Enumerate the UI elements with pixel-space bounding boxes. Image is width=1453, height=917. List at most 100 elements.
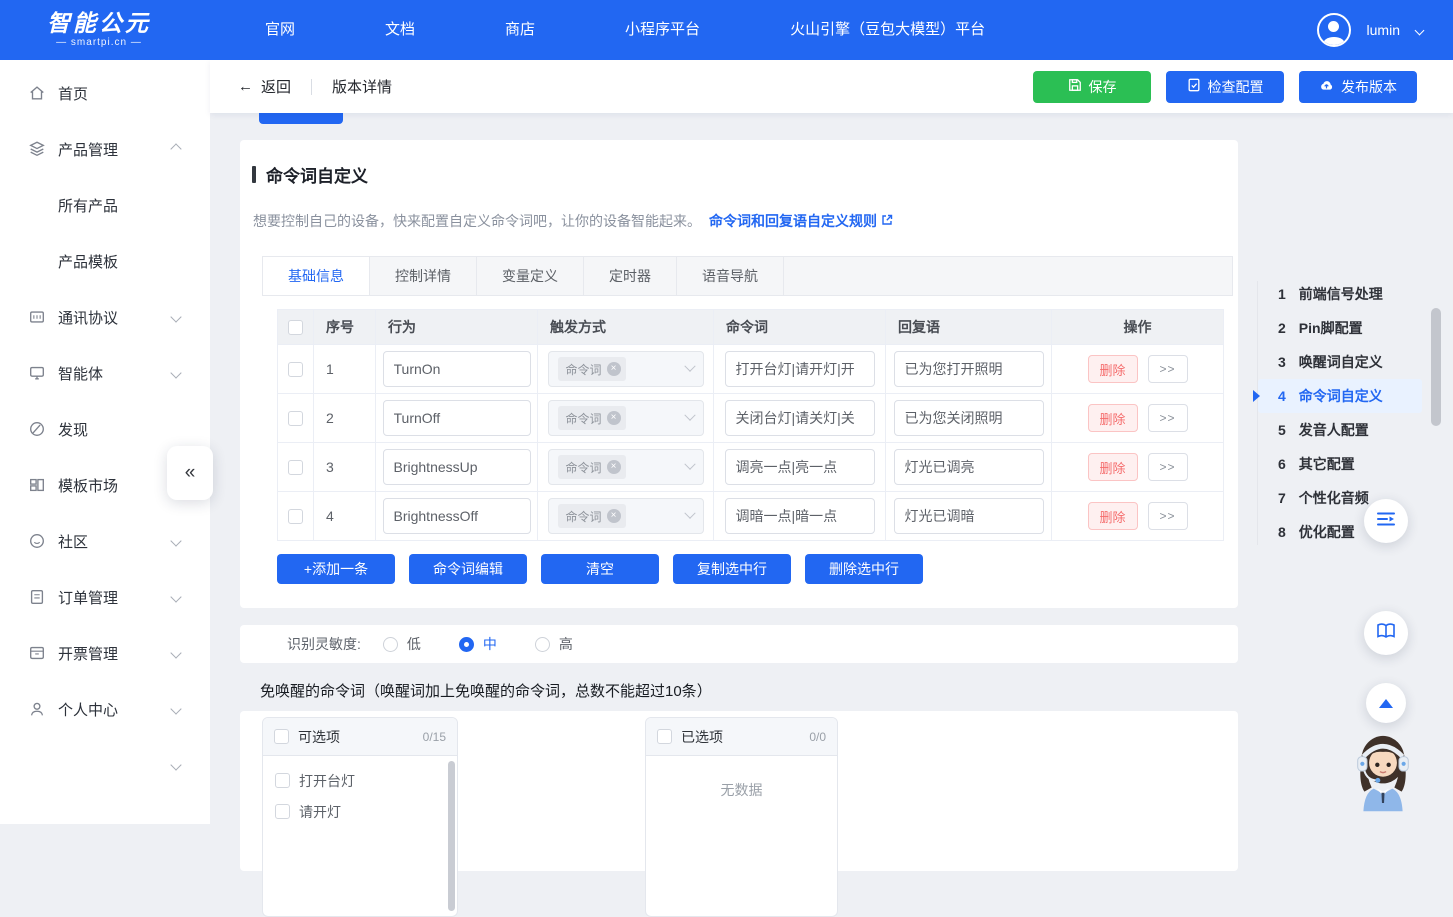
check-config-button[interactable]: 检查配置 xyxy=(1166,71,1284,103)
user-menu[interactable]: lumin xyxy=(1317,0,1423,60)
sidebar-item-all-products[interactable]: 所有产品 xyxy=(0,177,210,233)
anchor-item-frontend-signal[interactable]: 1前端信号处理 xyxy=(1258,277,1422,311)
anchor-item-other-config[interactable]: 6其它配置 xyxy=(1258,447,1422,481)
tab-variable-definition[interactable]: 变量定义 xyxy=(477,257,584,295)
header-actions: 保存 检查配置 发布版本 xyxy=(1033,71,1417,103)
save-button[interactable]: 保存 xyxy=(1033,71,1151,103)
expand-row-button[interactable]: >> xyxy=(1148,355,1188,383)
copy-selected-button[interactable]: 复制选中行 xyxy=(673,554,791,584)
tab-voice-navigation[interactable]: 语音导航 xyxy=(677,257,784,295)
sidebar-item-product-management[interactable]: 产品管理 xyxy=(0,121,210,177)
item-checkbox[interactable] xyxy=(275,804,290,819)
nav-item-official-site[interactable]: 官网 xyxy=(220,0,340,60)
sidebar-item-order-management[interactable]: 订单管理 xyxy=(0,569,210,625)
nav-item-docs[interactable]: 文档 xyxy=(340,0,460,60)
row-checkbox[interactable] xyxy=(288,460,303,475)
row-checkbox[interactable] xyxy=(288,411,303,426)
delete-selected-button[interactable]: 删除选中行 xyxy=(805,554,923,584)
target-panel-count: 0/0 xyxy=(809,730,826,744)
anchor-item-pin-config[interactable]: 2Pin脚配置 xyxy=(1258,311,1422,345)
trigger-select[interactable]: 命令词× xyxy=(548,449,704,485)
radio-sensitivity-high[interactable]: 高 xyxy=(535,634,573,654)
select-all-checkbox[interactable] xyxy=(288,320,303,335)
tag-remove-icon[interactable]: × xyxy=(607,362,621,376)
page-scrollbar-thumb[interactable] xyxy=(1431,308,1441,426)
nav-item-store[interactable]: 商店 xyxy=(460,0,580,60)
sensitivity-card: 识别灵敏度: 低 中 高 xyxy=(240,625,1238,663)
anchor-item-voice-config[interactable]: 5发音人配置 xyxy=(1258,413,1422,447)
add-row-button[interactable]: +添加一条 xyxy=(277,554,395,584)
edit-commands-button[interactable]: 命令词编辑 xyxy=(409,554,527,584)
expand-row-button[interactable]: >> xyxy=(1148,404,1188,432)
protocol-icon xyxy=(27,307,47,327)
target-select-all-checkbox[interactable] xyxy=(657,729,672,744)
command-input[interactable] xyxy=(725,351,875,387)
command-input[interactable] xyxy=(725,498,875,534)
sidebar-item-label: 智能体 xyxy=(58,363,103,384)
sidebar-collapse-button[interactable]: « xyxy=(167,446,213,500)
transfer-item[interactable]: 打开台灯 xyxy=(263,765,457,796)
behavior-input[interactable] xyxy=(383,400,531,436)
reply-input[interactable] xyxy=(894,449,1044,485)
anchor-menu-fab[interactable] xyxy=(1364,499,1408,543)
delete-row-button[interactable]: 删除 xyxy=(1088,355,1138,383)
reply-input[interactable] xyxy=(894,498,1044,534)
tag-remove-icon[interactable]: × xyxy=(607,411,621,425)
sidebar-item-more[interactable] xyxy=(0,737,210,793)
header-reply: 回复语 xyxy=(886,310,1052,344)
anchor-item-wakeword[interactable]: 3唤醒词自定义 xyxy=(1258,345,1422,379)
source-select-all-checkbox[interactable] xyxy=(274,729,289,744)
sidebar-item-invoice-management[interactable]: 开票管理 xyxy=(0,625,210,681)
behavior-input[interactable] xyxy=(383,498,531,534)
rules-link[interactable]: 命令词和回复语自定义规则 xyxy=(709,211,893,231)
radio-sensitivity-low[interactable]: 低 xyxy=(383,634,421,654)
sidebar-item-product-templates[interactable]: 产品模板 xyxy=(0,233,210,289)
docs-fab[interactable] xyxy=(1364,611,1408,655)
command-input[interactable] xyxy=(725,449,875,485)
behavior-input[interactable] xyxy=(383,449,531,485)
command-input[interactable] xyxy=(725,400,875,436)
person-icon xyxy=(27,699,47,719)
item-checkbox[interactable] xyxy=(275,773,290,788)
delete-row-button[interactable]: 删除 xyxy=(1088,502,1138,530)
back-to-top-fab[interactable] xyxy=(1366,683,1406,723)
delete-row-button[interactable]: 删除 xyxy=(1088,453,1138,481)
behavior-input[interactable] xyxy=(383,351,531,387)
nav-item-miniprogram[interactable]: 小程序平台 xyxy=(580,0,745,60)
back-button[interactable]: ← 返回 xyxy=(238,76,291,97)
tab-control-detail[interactable]: 控制详情 xyxy=(370,257,477,295)
section-title: 命令词自定义 xyxy=(266,162,368,187)
reply-input[interactable] xyxy=(894,351,1044,387)
header-trigger: 触发方式 xyxy=(538,310,714,344)
row-checkbox[interactable] xyxy=(288,509,303,524)
tab-timer[interactable]: 定时器 xyxy=(584,257,677,295)
row-checkbox[interactable] xyxy=(288,362,303,377)
sidebar-item-personal-center[interactable]: 个人中心 xyxy=(0,681,210,737)
trigger-select[interactable]: 命令词× xyxy=(548,351,704,387)
section-description: 想要控制自己的设备，快来配置自定义命令词吧，让你的设备智能起来。 xyxy=(253,211,701,231)
assistant-mascot[interactable] xyxy=(1351,728,1415,817)
tag-remove-icon[interactable]: × xyxy=(607,460,621,474)
clear-button[interactable]: 清空 xyxy=(541,554,659,584)
tab-basic-info[interactable]: 基础信息 xyxy=(263,257,370,295)
sidebar-item-community[interactable]: 社区 xyxy=(0,513,210,569)
top-nav-menu: 官网 文档 商店 小程序平台 火山引擎（豆包大模型）平台 xyxy=(220,0,1030,60)
sidebar-item-agent[interactable]: 智能体 xyxy=(0,345,210,401)
publish-version-button[interactable]: 发布版本 xyxy=(1299,71,1417,103)
reply-input[interactable] xyxy=(894,400,1044,436)
logo[interactable]: 智能公元 — smartpi.cn — xyxy=(36,12,162,48)
radio-sensitivity-medium[interactable]: 中 xyxy=(459,634,497,654)
sidebar-item-home[interactable]: 首页 xyxy=(0,65,210,121)
delete-row-button[interactable]: 删除 xyxy=(1088,404,1138,432)
trigger-select[interactable]: 命令词× xyxy=(548,400,704,436)
transfer-item[interactable]: 请开灯 xyxy=(263,796,457,827)
chevron-down-icon xyxy=(170,759,181,770)
expand-row-button[interactable]: >> xyxy=(1148,502,1188,530)
anchor-item-command-word[interactable]: 4命令词自定义 xyxy=(1258,379,1422,413)
expand-row-button[interactable]: >> xyxy=(1148,453,1188,481)
tag-remove-icon[interactable]: × xyxy=(607,509,621,523)
sidebar-item-protocol[interactable]: 通讯协议 xyxy=(0,289,210,345)
nav-item-volcano-platform[interactable]: 火山引擎（豆包大模型）平台 xyxy=(745,0,1030,60)
trigger-select[interactable]: 命令词× xyxy=(548,498,704,534)
panel-scrollbar[interactable] xyxy=(448,761,455,911)
